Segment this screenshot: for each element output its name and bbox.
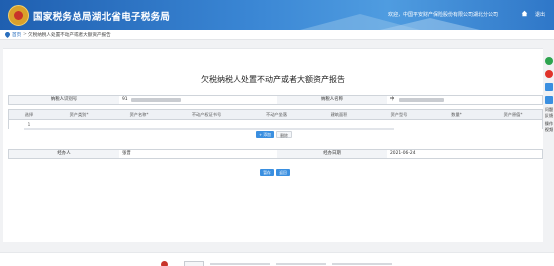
alert-icon[interactable] bbox=[545, 70, 553, 78]
redacted-id-mask bbox=[131, 98, 181, 102]
footer-badge bbox=[184, 261, 204, 266]
header-mountain-decoration-2 bbox=[380, 18, 480, 30]
sidebar-item-question[interactable]: 问题 bbox=[544, 107, 554, 112]
col-quantity: 数量* bbox=[451, 112, 462, 117]
handler-label: 经办人 bbox=[9, 150, 119, 158]
top-header: 国家税务总局湖北省电子税务局 欢迎，中国平安财产保险股份有限公司湖北分公司 退出 bbox=[0, 0, 554, 30]
asset-grid: 选择 资产类别* 资产名称* 不动产权证书号 不动产坐落 建筑面积 资产型号 数… bbox=[8, 109, 543, 130]
sidebar-item-video[interactable]: 视频 bbox=[544, 127, 554, 132]
col-original-value: 资产原值* bbox=[503, 112, 523, 117]
logout-link[interactable]: 退出 bbox=[535, 11, 545, 18]
grid-horizontal-scrollbar[interactable] bbox=[24, 128, 394, 130]
handle-date-label: 经办日期 bbox=[277, 150, 387, 158]
page-footer bbox=[0, 252, 554, 266]
footer-emblem-icon bbox=[161, 261, 168, 266]
col-select: 选择 bbox=[24, 112, 34, 117]
col-property-cert: 不动产权证书号 bbox=[191, 112, 222, 117]
handle-date-value[interactable]: 2021-06-24 bbox=[387, 150, 542, 158]
delete-row-button[interactable]: 删除 bbox=[276, 131, 292, 138]
col-property-location: 不动产坐落 bbox=[266, 112, 287, 117]
add-row-button[interactable]: + 添加 bbox=[256, 131, 274, 138]
breadcrumb-separator: > bbox=[23, 32, 27, 37]
form-title: 欠税纳税人处置不动产或者大额资产报告 bbox=[201, 75, 345, 84]
form-panel: 欠税纳税人处置不动产或者大额资产报告 纳税人识别号 91 纳税人名称 中 选择 … bbox=[3, 48, 543, 242]
location-pin-icon bbox=[5, 32, 10, 38]
col-asset-model: 资产型号 bbox=[390, 112, 408, 117]
chat-icon[interactable] bbox=[545, 57, 553, 65]
print-icon[interactable] bbox=[545, 83, 553, 91]
taxpayer-name-label: 纳税人名称 bbox=[277, 96, 387, 104]
return-button[interactable]: 返回 bbox=[276, 169, 290, 176]
col-building-area: 建筑面积 bbox=[330, 112, 348, 117]
breadcrumb-current-page: 欠税纳税人处置不动产或者大额资产报告 bbox=[28, 33, 111, 38]
sidebar-item-feedback[interactable]: 反馈 bbox=[544, 113, 554, 118]
right-sidebar: 问题 反馈 操作 视频 bbox=[544, 48, 554, 168]
breadcrumb-home-link[interactable]: 首页 bbox=[12, 32, 21, 38]
breadcrumb: 首页 > 欠税纳税人处置不动产或者大额资产报告 bbox=[0, 30, 554, 40]
document-icon[interactable] bbox=[545, 96, 553, 104]
footer-text-line bbox=[276, 263, 326, 265]
redacted-name-mask bbox=[399, 98, 444, 102]
handler-value[interactable]: 张晋 bbox=[119, 150, 277, 158]
taxpayer-info-row: 纳税人识别号 91 纳税人名称 中 bbox=[8, 95, 543, 105]
save-draft-button[interactable]: 暂存 bbox=[260, 169, 274, 176]
col-asset-category: 资产类别* bbox=[69, 112, 89, 117]
home-icon[interactable] bbox=[521, 10, 528, 17]
welcome-user-text: 欢迎，中国平安财产保险股份有限公司湖北分公司 bbox=[388, 12, 499, 18]
footer-text-line bbox=[210, 263, 270, 265]
tax-emblem-icon bbox=[8, 5, 29, 26]
taxpayer-id-label: 纳税人识别号 bbox=[9, 96, 119, 104]
handler-row: 经办人 张晋 经办日期 2021-06-24 bbox=[8, 149, 543, 159]
asset-grid-header: 选择 资产类别* 资产名称* 不动产权证书号 不动产坐落 建筑面积 资产型号 数… bbox=[9, 110, 542, 120]
footer-text-line bbox=[332, 263, 392, 265]
site-title: 国家税务总局湖北省电子税务局 bbox=[33, 12, 171, 23]
sidebar-item-operation[interactable]: 操作 bbox=[544, 121, 554, 126]
col-asset-name: 资产名称* bbox=[129, 112, 149, 117]
